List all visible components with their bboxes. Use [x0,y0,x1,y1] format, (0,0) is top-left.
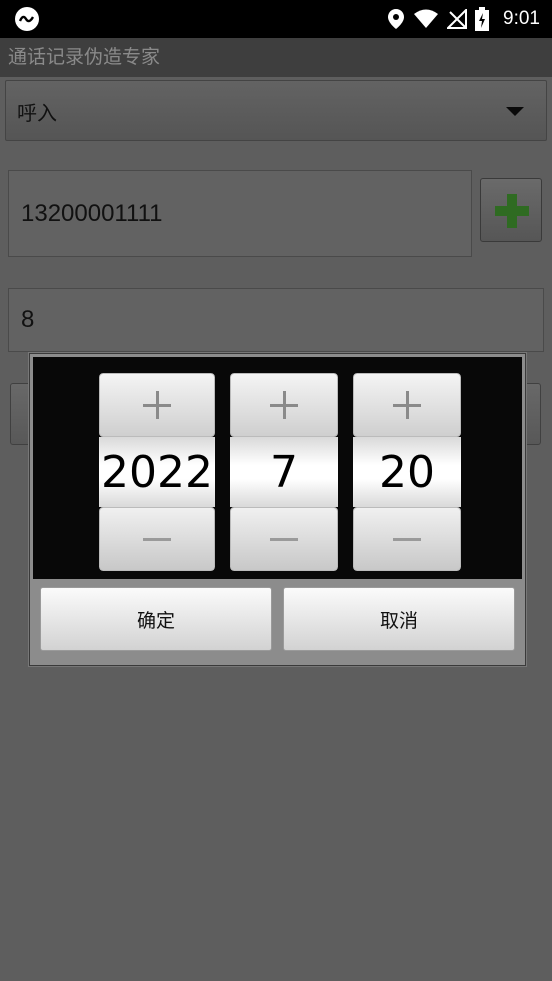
day-increment-button[interactable] [353,373,461,437]
add-contact-button[interactable] [480,178,542,242]
call-type-value: 呼入 [17,101,57,125]
duration-input[interactable]: 8 [8,288,544,352]
date-picker-dialog: 2022 7 20 确定 取消 [29,353,526,666]
status-bar: 9:01 [0,0,552,38]
phone-number-input[interactable]: 13200001111 [8,170,472,257]
month-increment-button[interactable] [230,373,338,437]
wifi-icon [414,9,439,28]
app-logo-icon [15,7,39,31]
duration-value: 8 [21,306,35,333]
status-time: 9:01 [503,8,540,29]
day-picker: 20 [353,373,461,571]
battery-charging-icon [475,7,490,31]
year-decrement-button[interactable] [99,507,215,571]
minus-icon [393,538,421,541]
minus-icon [143,538,171,541]
month-decrement-button[interactable] [230,507,338,571]
minus-icon [270,538,298,541]
day-decrement-button[interactable] [353,507,461,571]
dropdown-arrow-icon [506,107,524,116]
no-signal-icon [447,9,468,29]
ok-button[interactable]: 确定 [40,587,272,651]
month-picker: 7 [230,373,338,571]
status-icons: 9:01 [387,0,540,38]
month-value[interactable]: 7 [230,437,338,507]
day-value[interactable]: 20 [353,437,461,507]
year-value[interactable]: 2022 [99,437,215,507]
phone-number-value: 13200001111 [21,199,163,227]
app-title: 通话记录伪造专家 [0,38,552,77]
cancel-button[interactable]: 取消 [283,587,515,651]
date-picker-panel: 2022 7 20 [33,357,522,579]
year-increment-button[interactable] [99,373,215,437]
call-type-spinner[interactable]: 呼入 [5,80,547,141]
location-icon [388,9,405,29]
year-picker: 2022 [99,373,215,571]
